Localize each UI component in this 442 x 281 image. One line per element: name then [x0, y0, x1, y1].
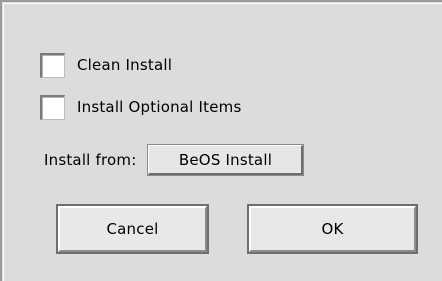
cancel-button[interactable]: Cancel	[56, 204, 209, 254]
cancel-button-label[interactable]: Cancel	[58, 206, 207, 252]
install-from-row: Install from: BeOS Install	[44, 142, 305, 178]
install-optional-items-option[interactable]: Install Optional Items	[40, 92, 241, 122]
install-optional-items-checkbox[interactable]	[40, 94, 65, 120]
clean-install-checkbox[interactable]	[40, 52, 65, 78]
install-source-menu[interactable]: BeOS Install	[147, 144, 305, 176]
install-options-panel: Clean Install Install Optional Items Ins…	[0, 0, 442, 281]
install-optional-items-label[interactable]: Install Optional Items	[77, 98, 241, 116]
ok-button[interactable]: OK	[247, 204, 418, 254]
clean-install-option[interactable]: Clean Install	[40, 50, 172, 80]
panel-body: Clean Install Install Optional Items Ins…	[3, 3, 442, 281]
ok-button-label[interactable]: OK	[249, 206, 416, 252]
clean-install-label[interactable]: Clean Install	[77, 56, 172, 74]
install-from-label: Install from:	[44, 151, 137, 169]
